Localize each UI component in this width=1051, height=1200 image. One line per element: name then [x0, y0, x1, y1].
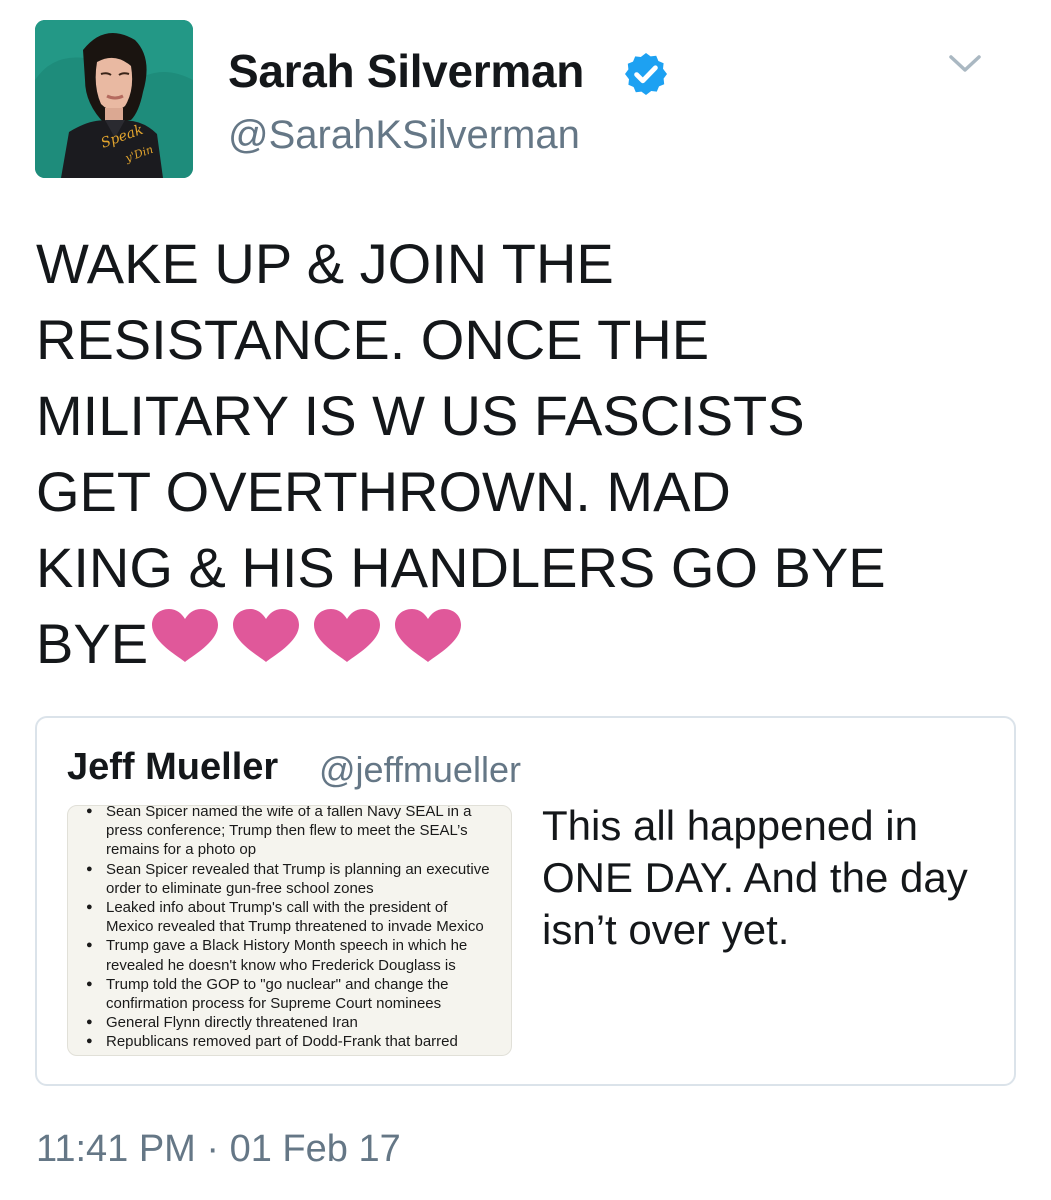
tweet-text-line: WAKE UP & JOIN THE: [36, 232, 614, 295]
list-item: Sean Spicer named the wife of a fallen N…: [86, 806, 506, 860]
quoted-tweet-image[interactable]: Sean Spicer named the wife of a fallen N…: [67, 805, 512, 1056]
list-item: Trump gave a Black History Month speech …: [86, 936, 506, 974]
tweet-text-line: KING & HIS HANDLERS GO BYE: [36, 536, 886, 599]
heart-emoji-row: [150, 608, 463, 664]
heart-icon: [152, 609, 218, 662]
tweet-text-line: RESISTANCE. ONCE THE: [36, 308, 710, 371]
user-handle[interactable]: @SarahKSilverman: [228, 113, 580, 158]
list-item: Trump told the GOP to "go nuclear" and c…: [86, 975, 506, 1013]
avatar[interactable]: Speak y'Din: [35, 20, 193, 178]
tweet-timestamp[interactable]: 11:41 PM · 01 Feb 17: [36, 1128, 401, 1171]
list-item: Sean Spicer revealed that Trump is plann…: [86, 860, 506, 898]
heart-icon: [233, 609, 299, 662]
quoted-tweet-author-handle: @jeffmueller: [319, 749, 521, 790]
quoted-tweet-author-name: Jeff Mueller: [67, 746, 279, 788]
heart-icon: [395, 609, 461, 662]
bullet-list: Sean Spicer named the wife of a fallen N…: [86, 806, 506, 1052]
tweet-text-line: GET OVERTHROWN. MAD: [36, 460, 731, 523]
heart-icon: [314, 609, 380, 662]
list-item: General Flynn directly threatened Iran: [86, 1013, 506, 1032]
display-name[interactable]: Sarah Silverman: [228, 44, 584, 98]
chevron-down-icon[interactable]: [948, 52, 982, 76]
tweet-text-line: BYE: [36, 612, 149, 675]
tweet-text-line: MILITARY IS W US FASCISTS: [36, 384, 805, 447]
profile-photo-icon: Speak y'Din: [35, 20, 193, 178]
quoted-tweet-text: This all happened in ONE DAY. And the da…: [542, 802, 968, 953]
quoted-tweet-card[interactable]: Jeff Mueller @jeffmueller Sean Spicer na…: [35, 716, 1016, 1086]
list-item: Republicans removed part of Dodd-Frank t…: [86, 1032, 506, 1051]
verified-badge-icon: [625, 53, 667, 95]
list-item: Leaked info about Trump's call with the …: [86, 898, 506, 936]
